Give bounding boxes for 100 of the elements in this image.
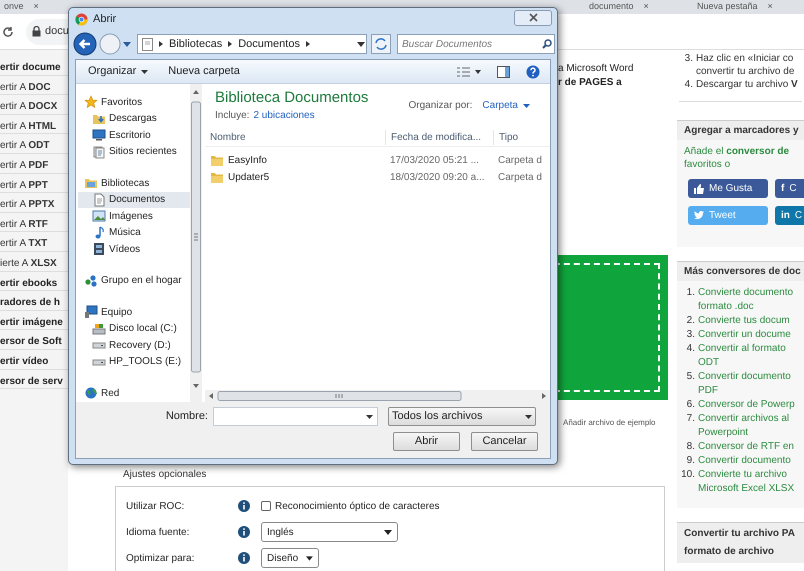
checkbox[interactable] — [261, 501, 271, 511]
sidebar-link[interactable]: ertir A TXT — [0, 238, 48, 250]
dialog-title: Abrir — [93, 12, 116, 28]
converter-link[interactable]: PDF — [698, 384, 791, 398]
preview-pane-icon[interactable] — [497, 66, 510, 78]
sidebar-link[interactable]: ertir A DOCX — [0, 101, 58, 112]
tab-close-button[interactable]: × — [644, 0, 649, 14]
file-name[interactable]: EasyInfo — [228, 153, 267, 168]
tab-close-button[interactable]: × — [34, 0, 39, 14]
info-icon[interactable] — [238, 500, 250, 512]
converter-link[interactable]: Powerpoint — [698, 426, 790, 440]
share-button[interactable]: Me Gusta — [688, 179, 768, 198]
converter-link[interactable]: Conversor de Powerp — [698, 398, 795, 412]
dropdown[interactable]: Diseño — [261, 548, 319, 568]
converter-link[interactable]: Convertir documento — [698, 454, 791, 468]
sidebar-link[interactable]: ertir A ODT — [0, 140, 50, 152]
address-text[interactable]: docu — [45, 23, 69, 40]
converter-link[interactable]: Convertir al formato — [698, 342, 786, 356]
file-name[interactable]: Updater5 — [228, 170, 270, 185]
document-icon — [92, 192, 106, 207]
nav-item[interactable]: Recovery (D:) — [78, 337, 190, 354]
paragraph-text: r de PAGES a — [558, 76, 623, 90]
logo-letter: in — [781, 209, 790, 223]
nav-item[interactable]: Sitios recientes — [78, 144, 190, 160]
vertical-scrollbar[interactable] — [190, 84, 202, 402]
sidebar-link[interactable]: ierte A XLSX — [0, 258, 57, 269]
sidebar-heading[interactable]: radores de h — [0, 297, 60, 308]
nav-item[interactable]: Disco local (C:) — [78, 320, 190, 337]
filename-field[interactable] — [213, 407, 378, 426]
sidebar-heading[interactable]: ersor de Soft — [0, 336, 62, 348]
nav-item[interactable]: Vídeos — [78, 241, 190, 258]
nav-item[interactable]: Documentos — [78, 192, 190, 208]
locations-link[interactable]: 2 ubicaciones — [253, 108, 315, 123]
nav-item[interactable]: HP_TOOLS (E:) — [78, 354, 190, 370]
nav-item[interactable]: Descargas — [78, 110, 190, 127]
converter-link[interactable]: Microsoft Excel XLSX — [698, 482, 794, 496]
sidebar-link[interactable]: ertir A PDF — [0, 160, 48, 171]
browser-tab[interactable]: Nueva pestaña × — [693, 0, 773, 14]
nav-item[interactable]: Escritorio — [78, 127, 190, 144]
dialog-button[interactable]: Abrir — [393, 432, 460, 451]
converter-link[interactable]: ODT — [698, 356, 786, 370]
heading-line: Convertir tu archivo PA — [684, 527, 796, 541]
horizontal-scrollbar[interactable] — [205, 390, 550, 402]
share-button[interactable]: f C — [775, 179, 804, 198]
browser-tab[interactable]: onve × — [0, 0, 60, 14]
browser-tab[interactable]: documento × — [585, 0, 685, 14]
nav-item[interactable]: Imágenes — [78, 208, 190, 224]
sidebar-heading[interactable]: ertir vídeo — [0, 356, 48, 367]
converter-link[interactable]: Convierte documento — [698, 286, 794, 300]
sidebar-link[interactable]: ertir A PPTX — [0, 199, 54, 210]
info-icon[interactable] — [238, 526, 250, 538]
converter-link[interactable]: Convierte tus docum — [698, 314, 790, 328]
converter-link[interactable]: Conversor de RTF en — [698, 440, 794, 454]
dropdown[interactable]: Inglés — [261, 522, 398, 542]
sample-file-link[interactable]: Añadir archivo de ejemplo — [563, 417, 677, 429]
sidebar-link[interactable]: ertir A RTF — [0, 218, 48, 230]
help-icon[interactable] — [526, 64, 540, 78]
breadcrumb-item[interactable]: Documentos — [238, 36, 300, 52]
view-list-icon[interactable] — [457, 66, 481, 76]
refresh-icon[interactable] — [371, 34, 391, 54]
converter-link[interactable]: Convertir archivos al — [698, 412, 790, 426]
converter-link[interactable]: Convertir un docume — [698, 328, 791, 342]
converter-link[interactable]: Convertir documento — [698, 370, 791, 384]
tab-close-button[interactable]: × — [768, 0, 773, 14]
nav-item[interactable]: Bibliotecas — [78, 175, 190, 192]
organize-button[interactable]: Organizar — [88, 63, 148, 80]
nav-item[interactable]: Equipo — [78, 304, 190, 320]
sidebar-heading[interactable]: ersor de serv — [0, 376, 63, 386]
column-header[interactable]: Fecha de modifica... — [385, 130, 493, 145]
dialog-button[interactable]: Cancelar — [471, 432, 538, 451]
share-button[interactable]: in C — [775, 206, 804, 225]
list-number: 3. — [684, 52, 693, 66]
breadcrumb-item[interactable]: Bibliotecas — [169, 36, 222, 52]
new-folder-button[interactable]: Nueva carpeta — [168, 63, 240, 80]
sidebar-link[interactable]: ertir A HTML — [0, 120, 56, 132]
address-bar[interactable]: Bibliotecas Documentos — [137, 34, 367, 54]
caret-icon[interactable] — [123, 42, 131, 46]
chevron-icon — [306, 41, 310, 47]
arrange-dropdown[interactable]: Carpeta — [482, 98, 530, 113]
nav-item[interactable]: Grupo en el hogar — [78, 272, 190, 289]
nav-item[interactable]: Red — [78, 385, 190, 402]
option-label: Optimizar para: — [126, 552, 196, 566]
sidebar-heading[interactable]: ertir ebooks — [0, 278, 58, 289]
sidebar-link[interactable]: ertir A DOC — [0, 82, 51, 93]
sidebar-heading[interactable]: ertir docume — [0, 62, 61, 73]
close-button[interactable] — [514, 10, 552, 26]
column-header[interactable]: Tipo — [493, 130, 545, 145]
converter-link[interactable]: Convierte tu archivo — [698, 468, 794, 482]
reload-icon[interactable] — [2, 26, 14, 38]
column-header[interactable]: Nombre — [205, 130, 385, 145]
nav-item[interactable]: Música — [78, 224, 190, 241]
nav-item[interactable]: Favoritos — [78, 94, 190, 110]
search-field[interactable]: Buscar Documentos — [397, 34, 555, 54]
list-number: 4. — [686, 342, 695, 356]
sidebar-link[interactable]: ertir A PPT — [0, 180, 48, 191]
back-button[interactable] — [73, 32, 97, 56]
info-icon[interactable] — [238, 552, 250, 564]
sidebar-heading[interactable]: ertir imágene — [0, 316, 63, 328]
file-type-dropdown[interactable]: Todos los archivos — [388, 407, 536, 426]
converter-link[interactable]: formato .doc — [698, 300, 794, 314]
